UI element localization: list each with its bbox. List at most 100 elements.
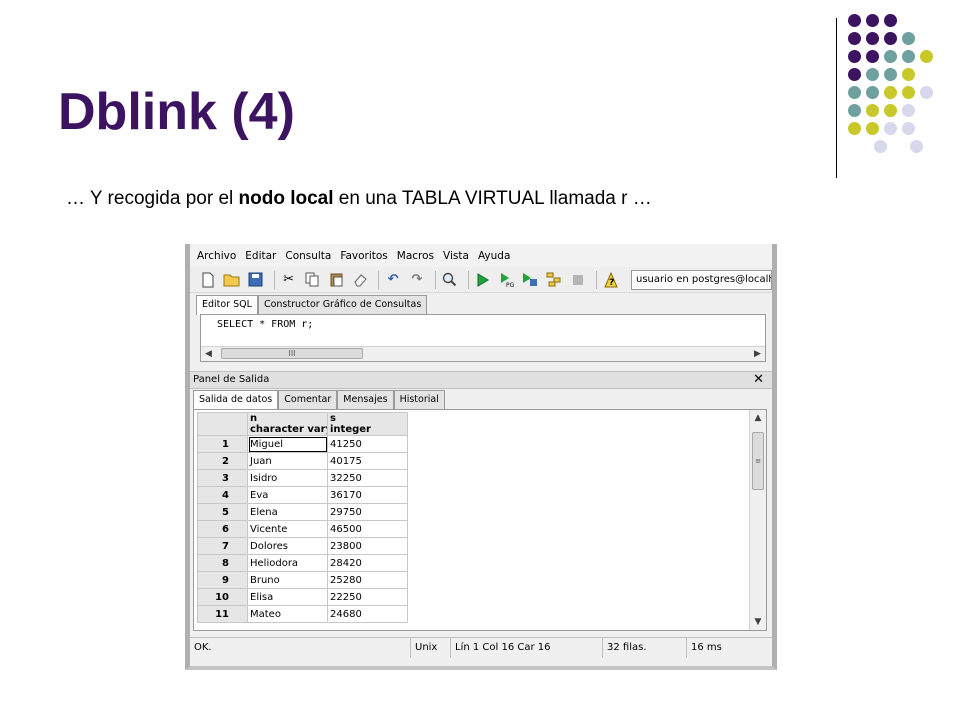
execute-icon[interactable] <box>473 270 493 290</box>
row-number-cell[interactable]: 1 <box>197 435 248 453</box>
table-row[interactable]: 8 Heliodora 28420 <box>197 554 408 572</box>
cell-s[interactable]: 24680 <box>327 605 408 623</box>
cell-n[interactable]: Heliodora <box>247 554 328 572</box>
table-row[interactable]: 7 Dolores 23800 <box>197 537 408 555</box>
cell-s[interactable]: 32250 <box>327 469 408 487</box>
column-name: n <box>250 413 258 425</box>
cell-n[interactable]: Miguel <box>247 435 328 453</box>
menu-consulta[interactable]: Consulta <box>285 250 331 262</box>
cut-icon[interactable]: ✂ <box>279 270 299 290</box>
table-row[interactable]: 5 Elena 29750 <box>197 503 408 521</box>
save-icon[interactable] <box>246 270 266 290</box>
table-row[interactable]: 9 Bruno 25280 <box>197 571 408 589</box>
menu-editar[interactable]: Editar <box>245 250 276 262</box>
scroll-right-icon[interactable]: ▶ <box>750 347 765 361</box>
editor-tabs: Editor SQL Constructor Gráfico de Consul… <box>196 295 428 315</box>
decorative-dot <box>884 32 897 45</box>
scroll-thumb[interactable]: ≡ <box>752 432 764 490</box>
row-number-cell[interactable]: 9 <box>197 571 248 589</box>
table-row[interactable]: 6 Vicente 46500 <box>197 520 408 538</box>
menu-archivo[interactable]: Archivo <box>197 250 236 262</box>
cell-s[interactable]: 29750 <box>327 503 408 521</box>
tab-editor-sql[interactable]: Editor SQL <box>196 295 258 315</box>
cell-n[interactable]: Vicente <box>247 520 328 538</box>
sql-editor[interactable]: SELECT * FROM r; ◀ III ▶ <box>200 314 766 362</box>
subtitle-text-bold: nodo local <box>238 188 334 209</box>
execute-pgscript-icon[interactable]: PG <box>497 270 517 290</box>
connection-select[interactable]: usuario en postgres@localhost <box>631 269 772 290</box>
cell-s[interactable]: 41250 <box>327 435 408 453</box>
scroll-thumb[interactable]: III <box>221 348 363 359</box>
row-number-cell[interactable]: 7 <box>197 537 248 555</box>
editor-horizontal-scrollbar[interactable]: ◀ III ▶ <box>201 346 765 361</box>
undo-icon[interactable]: ↶ <box>383 270 403 290</box>
status-cursor-position: Lín 1 Col 16 Car 16 <box>450 638 602 658</box>
cell-n[interactable]: Dolores <box>247 537 328 555</box>
column-header-s[interactable]: s integer <box>327 412 408 436</box>
row-number-cell[interactable]: 6 <box>197 520 248 538</box>
new-file-icon[interactable] <box>198 270 218 290</box>
redo-icon[interactable]: ↷ <box>407 270 427 290</box>
scroll-left-icon[interactable]: ◀ <box>201 347 216 361</box>
cell-n[interactable]: Elena <box>247 503 328 521</box>
cell-s[interactable]: 46500 <box>327 520 408 538</box>
row-number-cell[interactable]: 2 <box>197 452 248 470</box>
cell-n[interactable]: Mateo <box>247 605 328 623</box>
corner-header-cell[interactable] <box>197 412 248 436</box>
row-number-cell[interactable]: 8 <box>197 554 248 572</box>
eraser-icon[interactable] <box>350 270 370 290</box>
scroll-up-icon[interactable]: ▲ <box>750 413 766 423</box>
tab-data-output[interactable]: Salida de datos <box>193 390 279 410</box>
help-icon[interactable]: ? <box>601 270 621 290</box>
decorative-dot <box>902 32 915 45</box>
menu-ayuda[interactable]: Ayuda <box>478 250 510 262</box>
cell-n[interactable]: Eva <box>247 486 328 504</box>
cell-s[interactable]: 40175 <box>327 452 408 470</box>
table-row[interactable]: 10 Elisa 22250 <box>197 588 408 606</box>
row-number-cell[interactable]: 10 <box>197 588 248 606</box>
cell-s[interactable]: 25280 <box>327 571 408 589</box>
menu-macros[interactable]: Macros <box>397 250 434 262</box>
paste-icon[interactable] <box>326 270 346 290</box>
tab-history[interactable]: Historial <box>393 390 445 409</box>
decorative-dot <box>848 68 861 81</box>
sql-query-text[interactable]: SELECT * FROM r; <box>217 319 313 330</box>
toolbar: ✂ ↶ ↷ PG ? usuario en postgres@local <box>190 267 772 293</box>
cell-n[interactable]: Juan <box>247 452 328 470</box>
menu-favoritos[interactable]: Favoritos <box>340 250 387 262</box>
tab-query-builder[interactable]: Constructor Gráfico de Consultas <box>257 295 428 314</box>
row-number-cell[interactable]: 3 <box>197 469 248 487</box>
cell-n[interactable]: Isidro <box>247 469 328 487</box>
tab-explain[interactable]: Comentar <box>278 390 338 409</box>
column-header-n[interactable]: ncharacter varying <box>247 412 328 436</box>
find-icon[interactable] <box>440 270 460 290</box>
table-row[interactable]: 4 Eva 36170 <box>197 486 408 504</box>
row-number-cell[interactable]: 4 <box>197 486 248 504</box>
table-row[interactable]: 1 Miguel 41250 <box>197 435 408 453</box>
cell-n[interactable]: Elisa <box>247 588 328 606</box>
table-row[interactable]: 11 Mateo 24680 <box>197 605 408 623</box>
cell-s[interactable]: 28420 <box>327 554 408 572</box>
close-icon[interactable]: ✕ <box>753 372 764 388</box>
cell-s[interactable]: 36170 <box>327 486 408 504</box>
copy-icon[interactable] <box>303 270 323 290</box>
open-folder-icon[interactable] <box>222 270 242 290</box>
table-row[interactable]: 3 Isidro 32250 <box>197 469 408 487</box>
table-body: 1 Miguel 41250 2 Juan 40175 3 Isidro 32250 4 Eva 36… <box>197 435 408 623</box>
table-row[interactable]: 2 Juan 40175 <box>197 452 408 470</box>
results-table: ncharacter varying sinteger 1Miguel41250… <box>197 412 408 623</box>
cell-n[interactable]: Bruno <box>247 571 328 589</box>
cell-s[interactable]: 22250 <box>327 588 408 606</box>
row-number-cell[interactable]: 11 <box>197 605 248 623</box>
menu-vista[interactable]: Vista <box>443 250 469 262</box>
explain-icon[interactable] <box>544 270 564 290</box>
row-number-cell[interactable]: 5 <box>197 503 248 521</box>
toolbar-separator <box>467 270 469 289</box>
cell-s[interactable]: 23800 <box>327 537 408 555</box>
decorative-dot <box>902 50 915 63</box>
tab-messages[interactable]: Mensajes <box>337 390 394 409</box>
execute-to-file-icon[interactable] <box>521 270 541 290</box>
cancel-query-icon[interactable] <box>568 270 588 290</box>
grid-vertical-scrollbar[interactable]: ▲ ≡ ▼ <box>749 410 766 630</box>
scroll-down-icon[interactable]: ▼ <box>750 617 766 627</box>
